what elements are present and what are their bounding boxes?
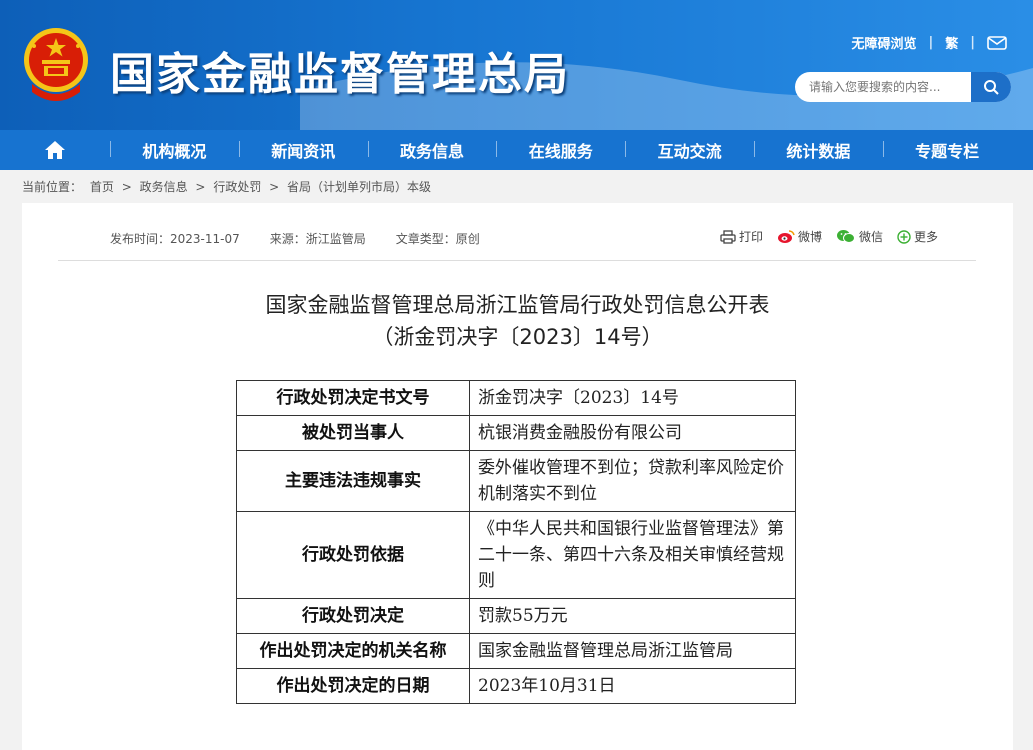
- plus-circle-icon: [897, 229, 911, 244]
- document-title: 国家金融监督管理总局浙江监管局行政处罚信息公开表 （浙金罚决字〔2023〕14号…: [22, 289, 1013, 353]
- search-button[interactable]: [971, 72, 1011, 102]
- breadcrumb-separator: >: [195, 180, 206, 194]
- table-row: 作出处罚决定的机关名称 国家金融监督管理总局浙江监管局: [236, 633, 796, 669]
- publish-time: 发布时间：2023-11-07: [110, 232, 240, 246]
- row-key: 被处罚当事人: [236, 415, 470, 451]
- breadcrumb: 当前位置： 首页 > 政务信息 > 行政处罚 > 省局（计划单列市局）本级: [22, 178, 435, 195]
- row-key: 主要违法违规事实: [236, 450, 470, 512]
- row-key: 行政处罚决定书文号: [236, 380, 470, 416]
- table-row: 行政处罚决定书文号 浙金罚决字〔2023〕14号: [236, 380, 796, 416]
- article-source: 来源：浙江监管局: [269, 232, 366, 246]
- nav-item-government-info[interactable]: 政务信息: [367, 138, 497, 162]
- nav-home[interactable]: [0, 140, 110, 160]
- table-row: 被处罚当事人 杭银消费金融股份有限公司: [236, 415, 796, 451]
- table-row: 行政处罚依据 《中华人民共和国银行业监督管理法》第二十一条、第四十六条及相关审慎…: [236, 511, 796, 599]
- table-row: 作出处罚决定的日期 2023年10月31日: [236, 668, 796, 704]
- home-icon: [45, 141, 65, 159]
- print-label: 打印: [739, 230, 764, 244]
- row-key: 行政处罚依据: [236, 511, 470, 599]
- breadcrumb-home[interactable]: 首页: [90, 180, 114, 194]
- separator: |: [970, 35, 975, 50]
- penalty-info-table: 行政处罚决定书文号 浙金罚决字〔2023〕14号 被处罚当事人 杭银消费金融股份…: [236, 380, 796, 704]
- article-card: 发布时间：2023-11-07 来源：浙江监管局 文章类型：原创 打印 微博 微…: [22, 203, 1013, 750]
- article-type: 文章类型：原创: [395, 232, 480, 246]
- row-key: 作出处罚决定的机关名称: [236, 633, 470, 669]
- weibo-icon: [778, 230, 795, 243]
- row-value: 委外催收管理不到位；贷款利率风险定价机制落实不到位: [469, 450, 796, 512]
- share-bar: 打印 微博 微信 更多: [720, 228, 938, 245]
- breadcrumb-separator: >: [121, 180, 132, 194]
- traditional-chinese-link[interactable]: 繁: [945, 33, 958, 52]
- national-emblem-icon: [24, 28, 88, 101]
- divider: [58, 260, 976, 261]
- more-label: 更多: [914, 230, 939, 244]
- weibo-label: 微博: [798, 230, 823, 244]
- table-row: 主要违法违规事实 委外催收管理不到位；贷款利率风险定价机制落实不到位: [236, 450, 796, 512]
- document-title-line1: 国家金融监督管理总局浙江监管局行政处罚信息公开表: [265, 293, 770, 317]
- row-key: 作出处罚决定的日期: [236, 668, 470, 704]
- print-button[interactable]: 打印: [720, 228, 763, 245]
- breadcrumb-penalty[interactable]: 行政处罚: [213, 180, 261, 194]
- row-value: 国家金融监督管理总局浙江监管局: [469, 633, 796, 669]
- table-row: 行政处罚决定 罚款55万元: [236, 598, 796, 634]
- printer-icon: [720, 229, 736, 244]
- share-more-button[interactable]: 更多: [897, 228, 938, 245]
- share-weibo-button[interactable]: 微博: [777, 228, 822, 245]
- row-value: 《中华人民共和国银行业监督管理法》第二十一条、第四十六条及相关审慎经营规则: [469, 511, 796, 599]
- site-title[interactable]: 国家金融监督管理总局: [110, 38, 570, 102]
- top-links: 无障碍浏览 | 繁 |: [851, 33, 1007, 52]
- share-wechat-button[interactable]: 微信: [836, 228, 883, 245]
- breadcrumb-government-info[interactable]: 政务信息: [140, 180, 188, 194]
- document-title-line2: （浙金罚决字〔2023〕14号）: [372, 325, 663, 349]
- row-value: 罚款55万元: [469, 598, 796, 634]
- breadcrumb-provincial[interactable]: 省局（计划单列市局）本级: [287, 180, 431, 194]
- row-value: 2023年10月31日: [469, 668, 796, 704]
- mail-icon[interactable]: [987, 35, 1007, 50]
- nav-item-interaction[interactable]: 互动交流: [625, 138, 754, 162]
- search-input[interactable]: [795, 72, 971, 102]
- search-box: [795, 72, 1011, 102]
- wechat-label: 微信: [859, 230, 884, 244]
- accessibility-link[interactable]: 无障碍浏览: [851, 33, 916, 52]
- breadcrumb-prefix: 当前位置：: [22, 180, 83, 194]
- site-header: 国家金融监督管理总局 无障碍浏览 | 繁 |: [0, 0, 1033, 130]
- wechat-icon: [837, 230, 856, 243]
- nav-item-institution[interactable]: 机构概况: [110, 138, 239, 162]
- nav-item-online-service[interactable]: 在线服务: [496, 138, 625, 162]
- row-value: 杭银消费金融股份有限公司: [469, 415, 796, 451]
- nav-item-special-topics[interactable]: 专题专栏: [882, 138, 1012, 162]
- article-meta: 发布时间：2023-11-07 来源：浙江监管局 文章类型：原创: [110, 230, 480, 247]
- row-value: 浙金罚决字〔2023〕14号: [469, 380, 796, 416]
- nav-item-statistics[interactable]: 统计数据: [753, 138, 883, 162]
- row-key: 行政处罚决定: [236, 598, 470, 634]
- breadcrumb-separator: >: [269, 180, 280, 194]
- search-icon: [984, 80, 999, 95]
- main-nav: 机构概况 新闻资讯 政务信息 在线服务 互动交流 统计数据 专题专栏: [0, 130, 1033, 170]
- nav-item-news[interactable]: 新闻资讯: [238, 138, 368, 162]
- separator: |: [928, 35, 934, 50]
